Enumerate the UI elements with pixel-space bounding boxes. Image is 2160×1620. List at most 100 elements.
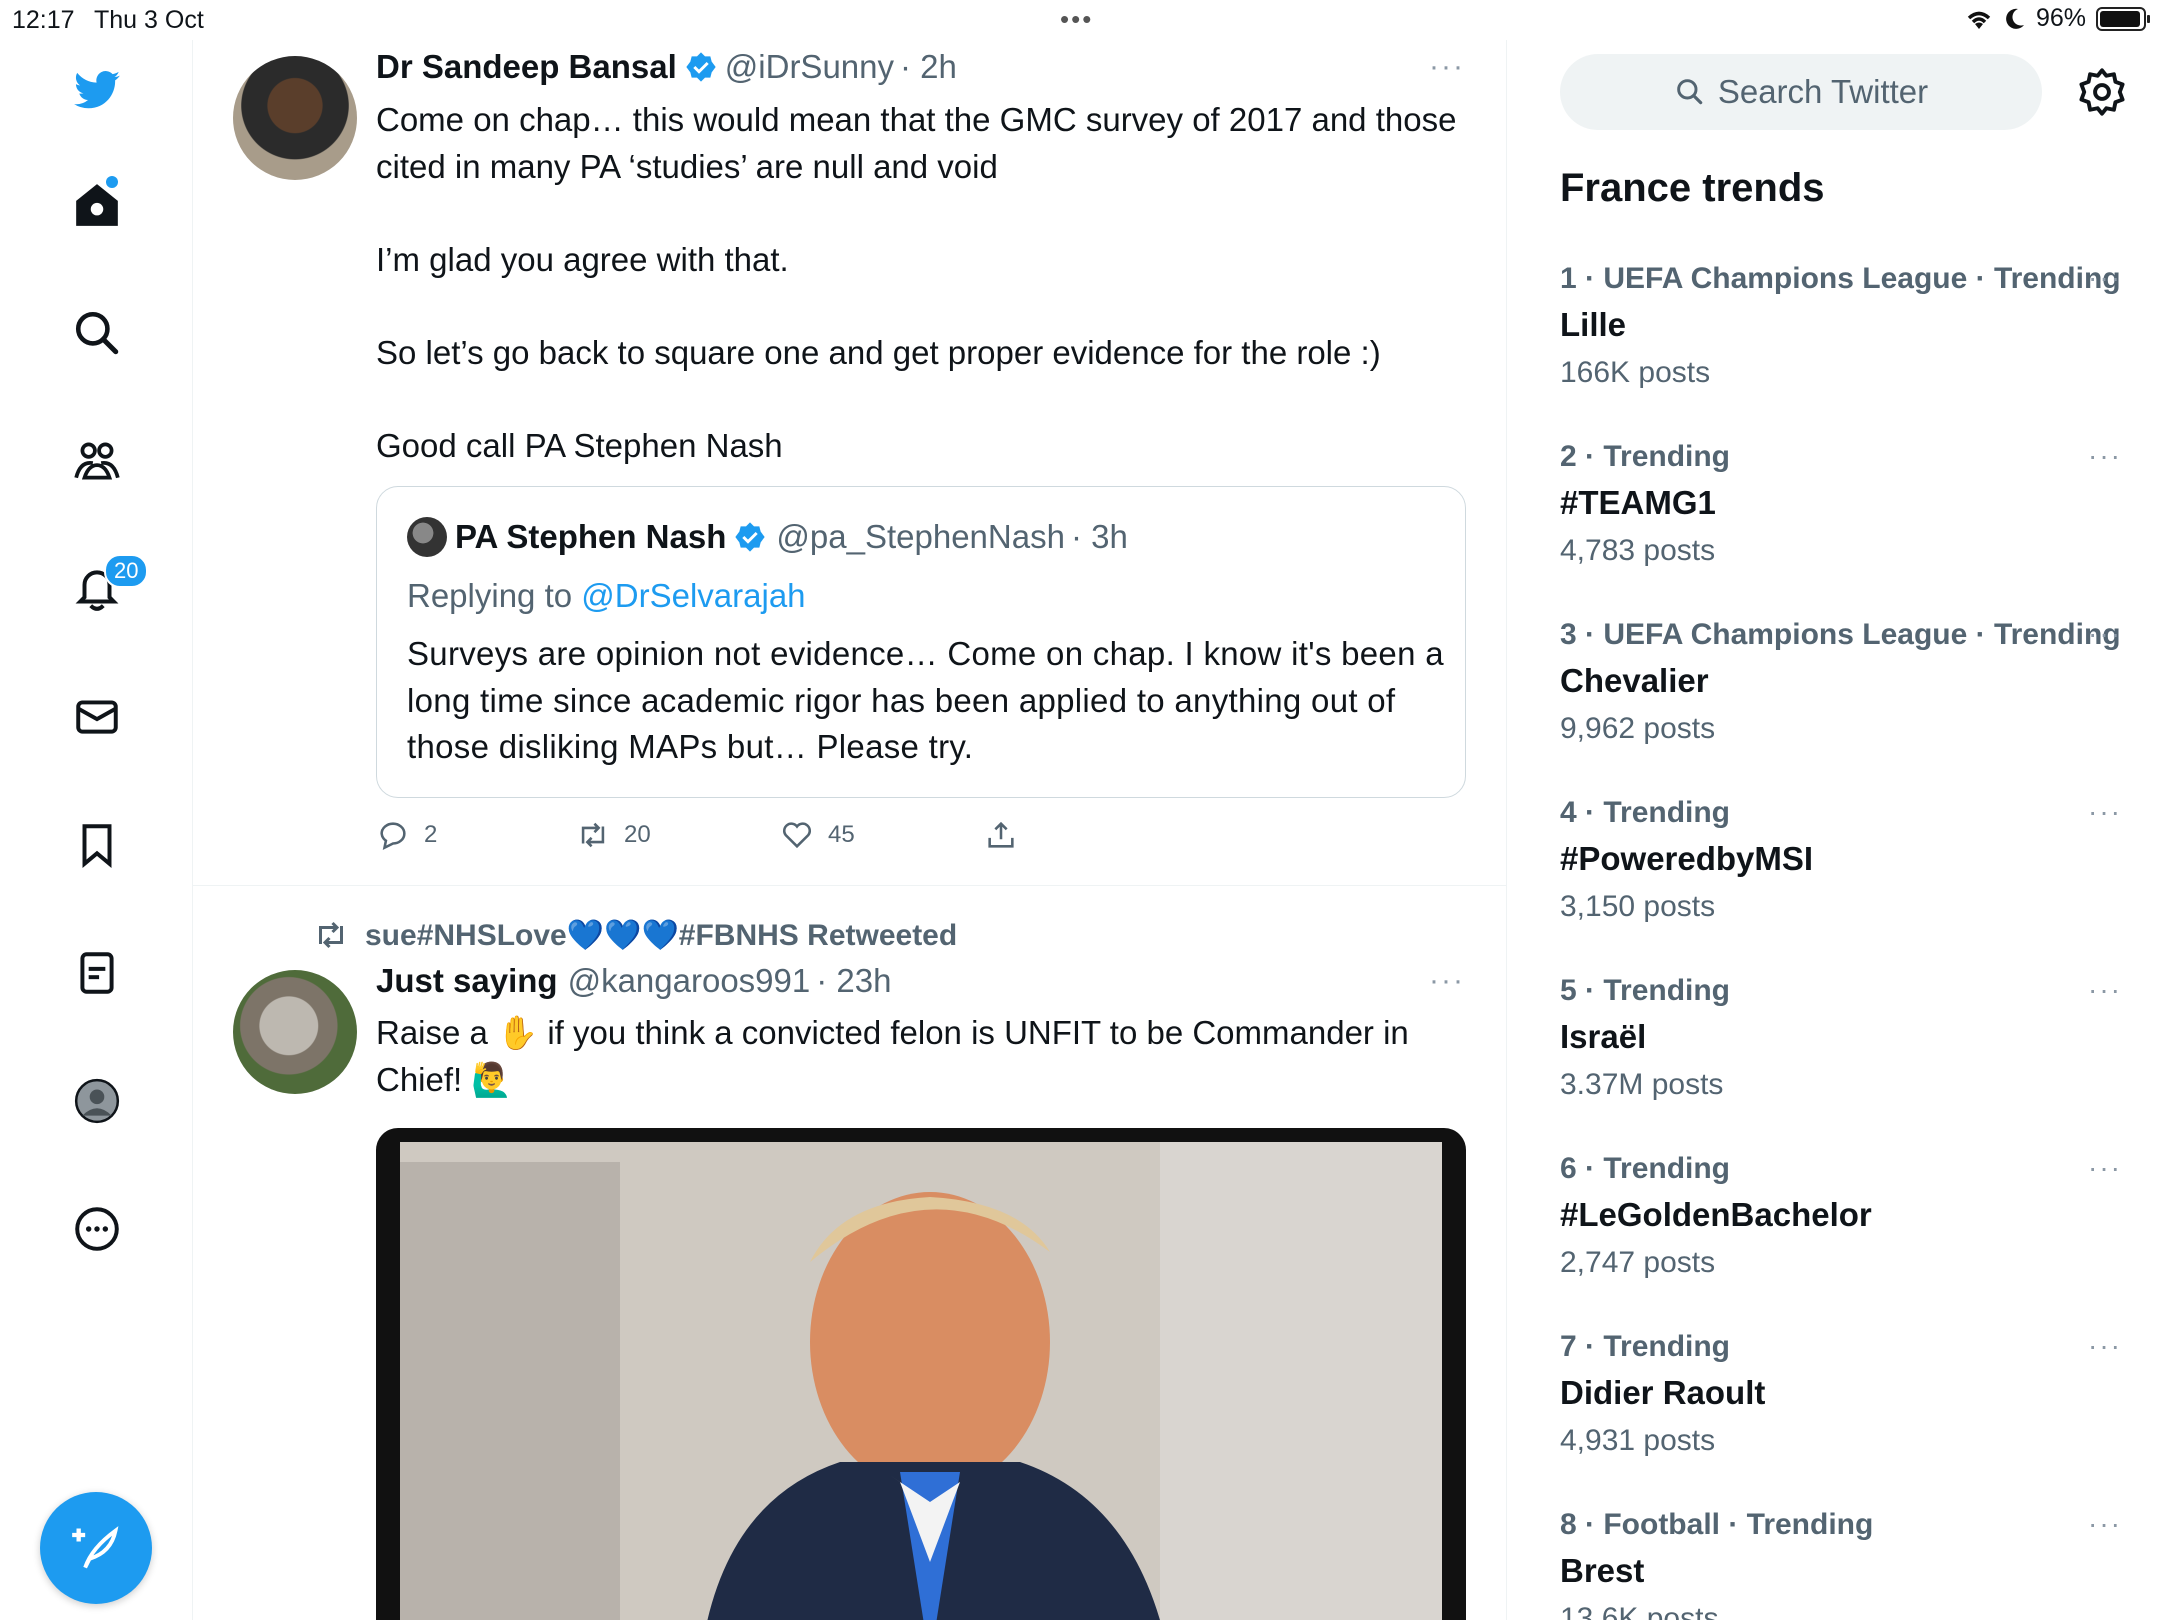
trend-more-icon[interactable]: ··· [2088, 440, 2122, 472]
battery-fill [2100, 10, 2141, 27]
trend-more-icon[interactable]: ··· [2088, 1508, 2122, 1540]
status-time: 12:17 [12, 6, 75, 34]
retweeted-by-label[interactable]: sue#NHSLove💙💙💙#FBNHS Retweeted [365, 918, 957, 953]
trend-item[interactable]: 7 · Trending Didier Raoult 4,931 posts ·… [1560, 1330, 2120, 1458]
gear-icon[interactable] [2076, 66, 2128, 118]
nav-messages[interactable] [66, 686, 128, 748]
tweet-paragraph: Good call PA Stephen Nash [376, 426, 783, 464]
trend-meta: 6 · Trending [1560, 1152, 1731, 1185]
trend-meta: 5 · Trending [1560, 974, 1731, 1007]
trend-meta: 1 · UEFA Champions League · Trending [1560, 262, 2121, 295]
tweet-time[interactable]: · 2h [900, 48, 957, 86]
share-button[interactable] [984, 818, 1018, 852]
trend-meta: 3 · UEFA Champions League · Trending [1560, 618, 2121, 651]
trend-topic: Lille [1560, 306, 1627, 343]
retweet-button[interactable]: 20 [576, 818, 780, 852]
more-circle-icon [75, 1207, 119, 1251]
trend-meta: 8 · Football · Trending [1560, 1508, 1874, 1541]
nav-home[interactable] [66, 174, 128, 236]
trend-item[interactable]: 5 · Trending Israël 3.37M posts ··· [1560, 974, 2120, 1102]
retweeted-by: sue#NHSLove💙💙💙#FBNHS Retweeted [313, 917, 957, 953]
trend-topic: Chevalier [1560, 662, 1709, 699]
nav-explore[interactable] [66, 302, 128, 364]
tweet[interactable]: Dr Sandeep Bansal @iDrSunny · 2h ··· Com… [193, 40, 1507, 886]
tweet-paragraph: So let’s go back to square one and get p… [376, 333, 1381, 371]
search-icon [75, 311, 119, 355]
search-placeholder: Search Twitter [1717, 73, 1929, 110]
moon-icon [2006, 8, 2024, 29]
trend-count: 4,931 posts [1560, 1424, 1716, 1457]
trend-count: 3.37M posts [1560, 1068, 1724, 1101]
replying-prefix: Replying to [407, 577, 573, 614]
timeline: Dr Sandeep Bansal @iDrSunny · 2h ··· Com… [193, 40, 1507, 1620]
trend-topic: Israël [1560, 1018, 1647, 1055]
like-button[interactable]: 45 [780, 818, 984, 852]
trend-item[interactable]: 4 · Trending #PoweredbyMSI 3,150 posts ·… [1560, 796, 2120, 924]
battery-icon [2096, 6, 2150, 31]
tweet-media-image[interactable] [376, 1128, 1466, 1620]
twitter-bird-icon [74, 71, 120, 109]
trend-item[interactable]: 1 · UEFA Champions League · Trending Lil… [1560, 262, 2122, 390]
reply-button[interactable]: 2 [376, 818, 576, 852]
compose-button[interactable] [40, 1492, 152, 1604]
trend-more-icon[interactable]: ··· [2088, 1152, 2122, 1184]
mail-icon [76, 700, 118, 734]
author-handle[interactable]: @iDrSunny [725, 48, 894, 86]
wifi-icon [1967, 11, 1991, 29]
trend-meta: 2 · Trending [1560, 440, 1731, 473]
multitasking-dots[interactable]: ••• [1060, 4, 1093, 35]
battery-percent: 96% [2035, 4, 2086, 32]
tweet-time[interactable]: · 23h [816, 962, 891, 1000]
trend-item[interactable]: 6 · Trending #LeGoldenBachelor 2,747 pos… [1560, 1152, 2120, 1280]
profile-icon [74, 1078, 120, 1124]
trend-more-icon[interactable]: ··· [2088, 618, 2122, 650]
trend-item[interactable]: 2 · Trending #TEAMG1 4,783 posts ··· [1560, 440, 2120, 568]
reply-icon [380, 822, 406, 851]
trend-more-icon[interactable]: ··· [2088, 1330, 2122, 1362]
tweet-more-icon[interactable]: ··· [1429, 50, 1465, 84]
search-input[interactable]: Search Twitter [1560, 54, 2042, 130]
retweet-icon [581, 822, 605, 848]
verified-badge-icon [686, 52, 716, 82]
author-name[interactable]: Just saying [376, 962, 558, 1000]
right-sidebar: Search Twitter France trends 1 · UEFA Ch… [1508, 40, 2160, 1620]
avatar[interactable] [233, 970, 357, 1094]
trend-more-icon[interactable]: ··· [2088, 974, 2122, 1006]
share-icon [988, 821, 1014, 848]
quote-author-handle: @pa_StephenNash [776, 518, 1065, 555]
trend-more-icon[interactable]: ··· [2088, 262, 2122, 294]
author-handle[interactable]: @kangaroos991 [568, 962, 811, 1000]
status-right: 96% [1964, 4, 2150, 33]
trend-item[interactable]: 8 · Football · Trending Brest 13.6K post… [1560, 1508, 2120, 1620]
author-name[interactable]: Dr Sandeep Bansal [376, 48, 677, 86]
quoted-tweet[interactable]: PA Stephen Nash @pa_StephenNash · 3h Rep… [376, 486, 1466, 798]
nav-bookmarks[interactable] [66, 814, 128, 876]
nav-lists[interactable] [66, 942, 128, 1004]
trend-topic: Brest [1560, 1552, 1645, 1589]
tweet-text: Raise a ✋ if you think a convicted felon… [376, 1014, 1409, 1098]
tweet-paragraph: Come on chap… this would mean that the G… [376, 101, 1457, 185]
heart-icon [782, 822, 812, 849]
quote-time: · 3h [1070, 518, 1128, 555]
replying-to-link[interactable]: @DrSelvarajah [581, 577, 805, 614]
tweet-actions: 2 20 45 [376, 818, 1018, 852]
sidebar-nav: 20 [0, 40, 193, 1620]
home-icon [76, 184, 118, 226]
trend-meta: 4 · Trending [1560, 796, 1731, 829]
twitter-logo[interactable] [66, 60, 128, 122]
trend-more-icon[interactable]: ··· [2088, 796, 2122, 828]
trend-item[interactable]: 3 · UEFA Champions League · Trending Che… [1560, 618, 2122, 746]
nav-more[interactable] [66, 1198, 128, 1260]
avatar[interactable] [233, 56, 357, 180]
verified-badge-icon [735, 522, 766, 552]
nav-notifications[interactable]: 20 [66, 554, 149, 620]
trend-count: 4,783 posts [1560, 534, 1716, 567]
trend-topic: #LeGoldenBachelor [1560, 1196, 1872, 1233]
trends-title: France trends [1560, 166, 1825, 210]
nav-communities[interactable] [66, 430, 128, 492]
nav-profile[interactable] [66, 1070, 128, 1132]
quote-author-name: PA Stephen Nash [455, 518, 727, 555]
tweet-text: Come on chap… this would mean that the G… [376, 97, 1476, 469]
tweet-more-icon[interactable]: ··· [1429, 964, 1465, 998]
compose-icon [72, 1526, 119, 1569]
